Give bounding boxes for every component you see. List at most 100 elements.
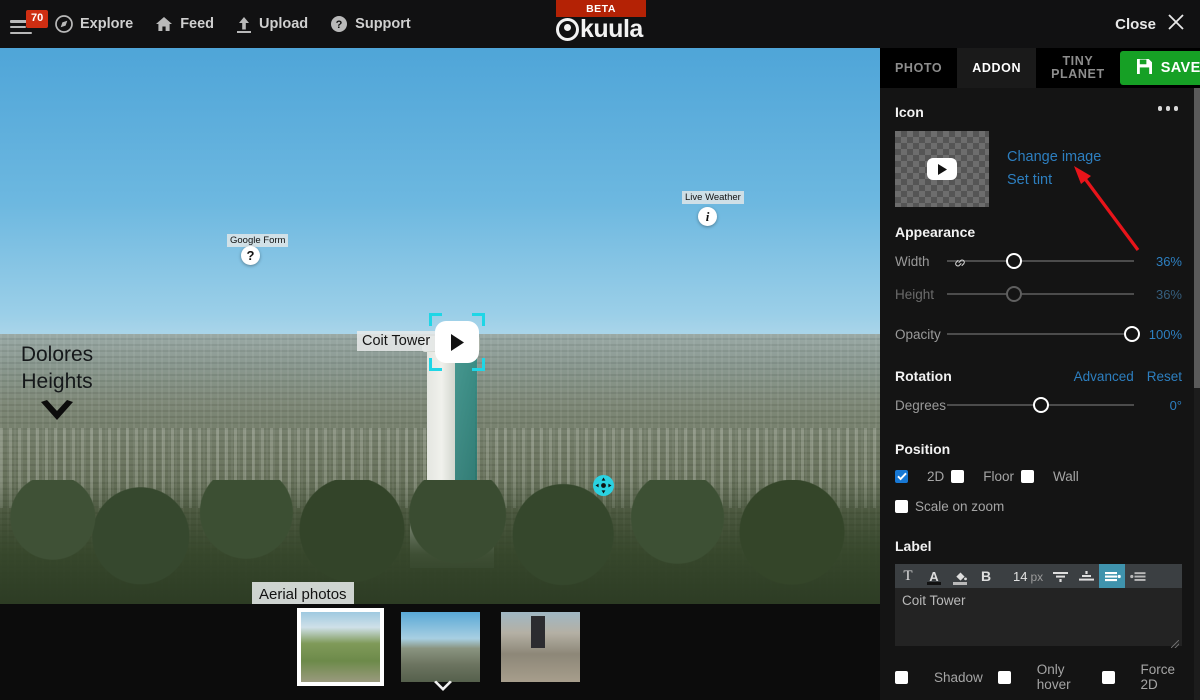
viewer-treeline (0, 480, 880, 604)
align-right-icon[interactable] (1099, 564, 1126, 588)
checkbox-label-wall: Wall (1053, 469, 1079, 484)
section-title-appearance: Appearance (895, 224, 976, 240)
label-option-shadow[interactable]: Shadow (895, 670, 983, 685)
checkbox-force-2d[interactable] (1101, 670, 1115, 684)
position-option-wall[interactable]: Wall (1021, 469, 1079, 484)
hotspot-icon-google-form[interactable]: ? (241, 246, 260, 265)
viewer-label-credit: Aerial photos by Carlo (252, 582, 354, 604)
label-option-force-2d[interactable]: Force 2D (1101, 662, 1182, 692)
opacity-slider-knob[interactable] (1124, 326, 1141, 342)
align-top-icon[interactable] (1073, 564, 1099, 588)
thumbnail-item[interactable] (500, 612, 580, 682)
selected-addon[interactable] (429, 313, 485, 371)
label-option-only-hover[interactable]: Only hover (997, 662, 1087, 692)
degrees-slider-row: Degrees 0° (895, 393, 1182, 417)
align-left-icon[interactable] (1125, 564, 1151, 588)
font-size-input[interactable]: 14 px (1013, 569, 1043, 584)
link-dimensions-icon[interactable] (953, 257, 967, 272)
kuula-editor-window: 70 Explore Feed Upload ? Support BETA ku… (0, 0, 1200, 700)
checkbox-label-force-2d: Force 2D (1140, 662, 1176, 692)
nav-item-support[interactable]: ? Support (319, 0, 422, 48)
section-title-position: Position (895, 441, 951, 457)
position-options: 2D Floor Wall (895, 469, 1182, 484)
checkbox-shadow[interactable] (895, 670, 908, 684)
nav-item-feed[interactable]: Feed (144, 0, 225, 48)
scale-on-zoom-row[interactable]: Scale on zoom (895, 499, 1182, 514)
panorama-viewer[interactable]: Google Form ? Live Weather i Dolores Hei… (0, 48, 880, 604)
checkbox-2d[interactable] (895, 470, 908, 483)
label-section: Label T A B 14 px Coit Tower Shadow Only… (895, 538, 1182, 692)
rotation-header: Rotation Advanced Reset (895, 368, 1182, 384)
top-navigation-bar: 70 Explore Feed Upload ? Support BETA ku… (0, 0, 1200, 48)
height-slider[interactable] (947, 282, 1134, 306)
section-title-label: Label (895, 538, 932, 554)
change-image-link[interactable]: Change image (1007, 149, 1101, 165)
label-text-input[interactable] (895, 588, 1182, 646)
hotspot-label-google-form[interactable]: Google Form (227, 234, 289, 247)
svg-text:?: ? (336, 19, 343, 31)
opacity-label: Opacity (895, 326, 941, 342)
thumbnail-item[interactable] (400, 612, 480, 682)
checkbox-scale-on-zoom[interactable] (895, 500, 908, 513)
rotation-advanced-link[interactable]: Advanced (1074, 369, 1134, 384)
tab-addon[interactable]: ADDON (957, 48, 1037, 88)
move-crosshair-icon[interactable] (593, 475, 614, 496)
chevron-down-icon[interactable] (38, 398, 76, 428)
height-label: Height (895, 286, 935, 302)
tab-tiny-planet[interactable]: TINY PLANET (1036, 48, 1120, 88)
align-bottom-icon[interactable] (1047, 564, 1073, 588)
play-icon (927, 158, 957, 180)
logo-mark-icon (556, 18, 579, 41)
nav-label-explore: Explore (80, 16, 134, 32)
rotation-reset-link[interactable]: Reset (1147, 369, 1182, 384)
degrees-value: 0° (1169, 397, 1182, 413)
width-slider[interactable] (947, 249, 1134, 273)
opacity-slider-row: Opacity 100% (895, 322, 1182, 346)
width-value: 36% (1155, 253, 1182, 269)
section-title-rotation: Rotation (895, 368, 952, 384)
set-tint-link[interactable]: Set tint (1007, 172, 1101, 188)
height-slider-knob[interactable] (1006, 286, 1023, 302)
checkbox-label-scale-on-zoom: Scale on zoom (915, 499, 1005, 514)
thumbnail-item[interactable] (296, 608, 384, 686)
position-option-2d[interactable]: 2D (895, 469, 944, 484)
width-slider-knob[interactable] (1006, 253, 1023, 269)
checkbox-floor[interactable] (951, 470, 965, 483)
hotspot-icon-live-weather[interactable]: i (698, 207, 717, 226)
checkbox-wall[interactable] (1021, 470, 1035, 483)
font-color-icon[interactable]: A (921, 564, 947, 588)
bold-icon[interactable]: B (973, 564, 999, 588)
font-size-unit: px (1030, 569, 1044, 584)
degrees-slider[interactable] (947, 393, 1134, 417)
checkbox-label-floor: Floor (983, 469, 1015, 484)
width-slider-row: Width 36% (895, 249, 1182, 273)
nav-item-upload[interactable]: Upload (225, 0, 319, 48)
position-option-floor[interactable]: Floor (951, 469, 1014, 484)
close-button[interactable]: Close (1115, 0, 1186, 48)
play-icon[interactable] (435, 321, 479, 363)
section-title-icon: Icon (895, 104, 924, 120)
tab-photo[interactable]: PHOTO (880, 48, 957, 88)
paint-bucket-icon[interactable] (947, 564, 973, 588)
collapse-strip-chevron-down-icon[interactable] (433, 680, 453, 694)
nav-item-explore[interactable]: Explore (44, 0, 144, 48)
hotspot-label-live-weather[interactable]: Live Weather (682, 191, 744, 204)
text-tool-icon[interactable]: T (895, 564, 921, 588)
checkbox-only-hover[interactable] (997, 670, 1011, 684)
logo-text: kuula (580, 15, 643, 43)
degrees-slider-knob[interactable] (1032, 397, 1049, 413)
degrees-label: Degrees (895, 397, 947, 413)
position-section: Position 2D Floor Wall Scale on zoom (895, 441, 1182, 514)
save-button[interactable]: SAVE (1119, 51, 1200, 85)
opacity-slider-track (947, 333, 1134, 335)
menu-button[interactable]: 70 (10, 9, 49, 39)
more-options-button[interactable] (1157, 106, 1178, 111)
kuula-logo[interactable]: BETA kuula (556, 0, 646, 48)
height-value: 36% (1155, 286, 1182, 302)
icon-preview[interactable] (895, 131, 989, 207)
opacity-slider[interactable] (947, 322, 1141, 346)
font-size-value: 14 (1013, 568, 1028, 584)
hotspot-label-coit-tower[interactable]: Coit Tower (357, 331, 436, 351)
rotation-section: Rotation Advanced Reset Degrees 0° (895, 368, 1182, 417)
nav-label-feed: Feed (180, 16, 215, 32)
